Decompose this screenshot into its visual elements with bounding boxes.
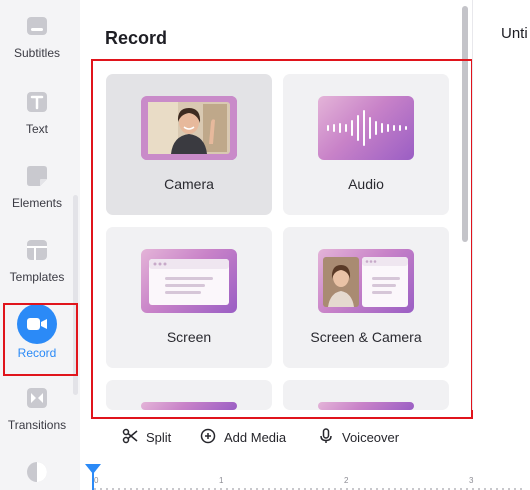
templates-icon: [25, 238, 49, 262]
timeline-toolbar: Split Add Media Voiceover: [82, 420, 530, 456]
tick-label: 2: [344, 476, 349, 485]
sidebar-item-label: Subtitles: [13, 46, 61, 60]
left-sidebar: Subtitles Text Elements Templates Record…: [0, 0, 80, 490]
panel-divider: [472, 0, 473, 410]
sidebar-item-label: Transitions: [7, 418, 67, 432]
timeline-ruler[interactable]: 0 1 2 3: [82, 462, 530, 490]
text-icon: [25, 90, 49, 114]
sidebar-item-label: Templates: [9, 270, 65, 284]
tick-label: 0: [94, 476, 99, 485]
split-label: Split: [146, 430, 172, 445]
transitions-icon: [25, 386, 49, 410]
record-sidebar-highlight: [3, 303, 78, 376]
microphone-icon: [318, 428, 342, 447]
elements-icon: [25, 164, 49, 188]
subtitles-icon: [25, 14, 49, 38]
sidebar-item-label: Elements: [11, 196, 63, 210]
voiceover-label: Voiceover: [342, 430, 400, 445]
voiceover-button[interactable]: Voiceover: [318, 428, 399, 447]
sidebar-item-text[interactable]: Text: [0, 90, 74, 136]
record-options-highlight: [91, 59, 473, 419]
sidebar-item-elements[interactable]: Elements: [0, 164, 74, 210]
scissors-icon: [122, 428, 146, 447]
sidebar-item-subtitles[interactable]: Subtitles: [0, 14, 74, 60]
split-button[interactable]: Split: [122, 428, 171, 447]
sidebar-item-templates[interactable]: Templates: [0, 238, 74, 284]
project-title[interactable]: Unti: [501, 25, 528, 42]
add-media-label: Add Media: [224, 430, 287, 445]
sidebar-item-transitions[interactable]: Transitions: [0, 386, 74, 432]
panel-title: Record: [105, 28, 168, 48]
tick-label: 1: [219, 476, 224, 485]
plus-circle-icon: [200, 428, 224, 447]
sidebar-item-label: Text: [25, 122, 48, 136]
filters-icon: [25, 460, 49, 484]
tick-label: 3: [469, 476, 474, 485]
sidebar-item-filters[interactable]: [0, 460, 74, 484]
add-media-button[interactable]: Add Media: [200, 428, 286, 447]
